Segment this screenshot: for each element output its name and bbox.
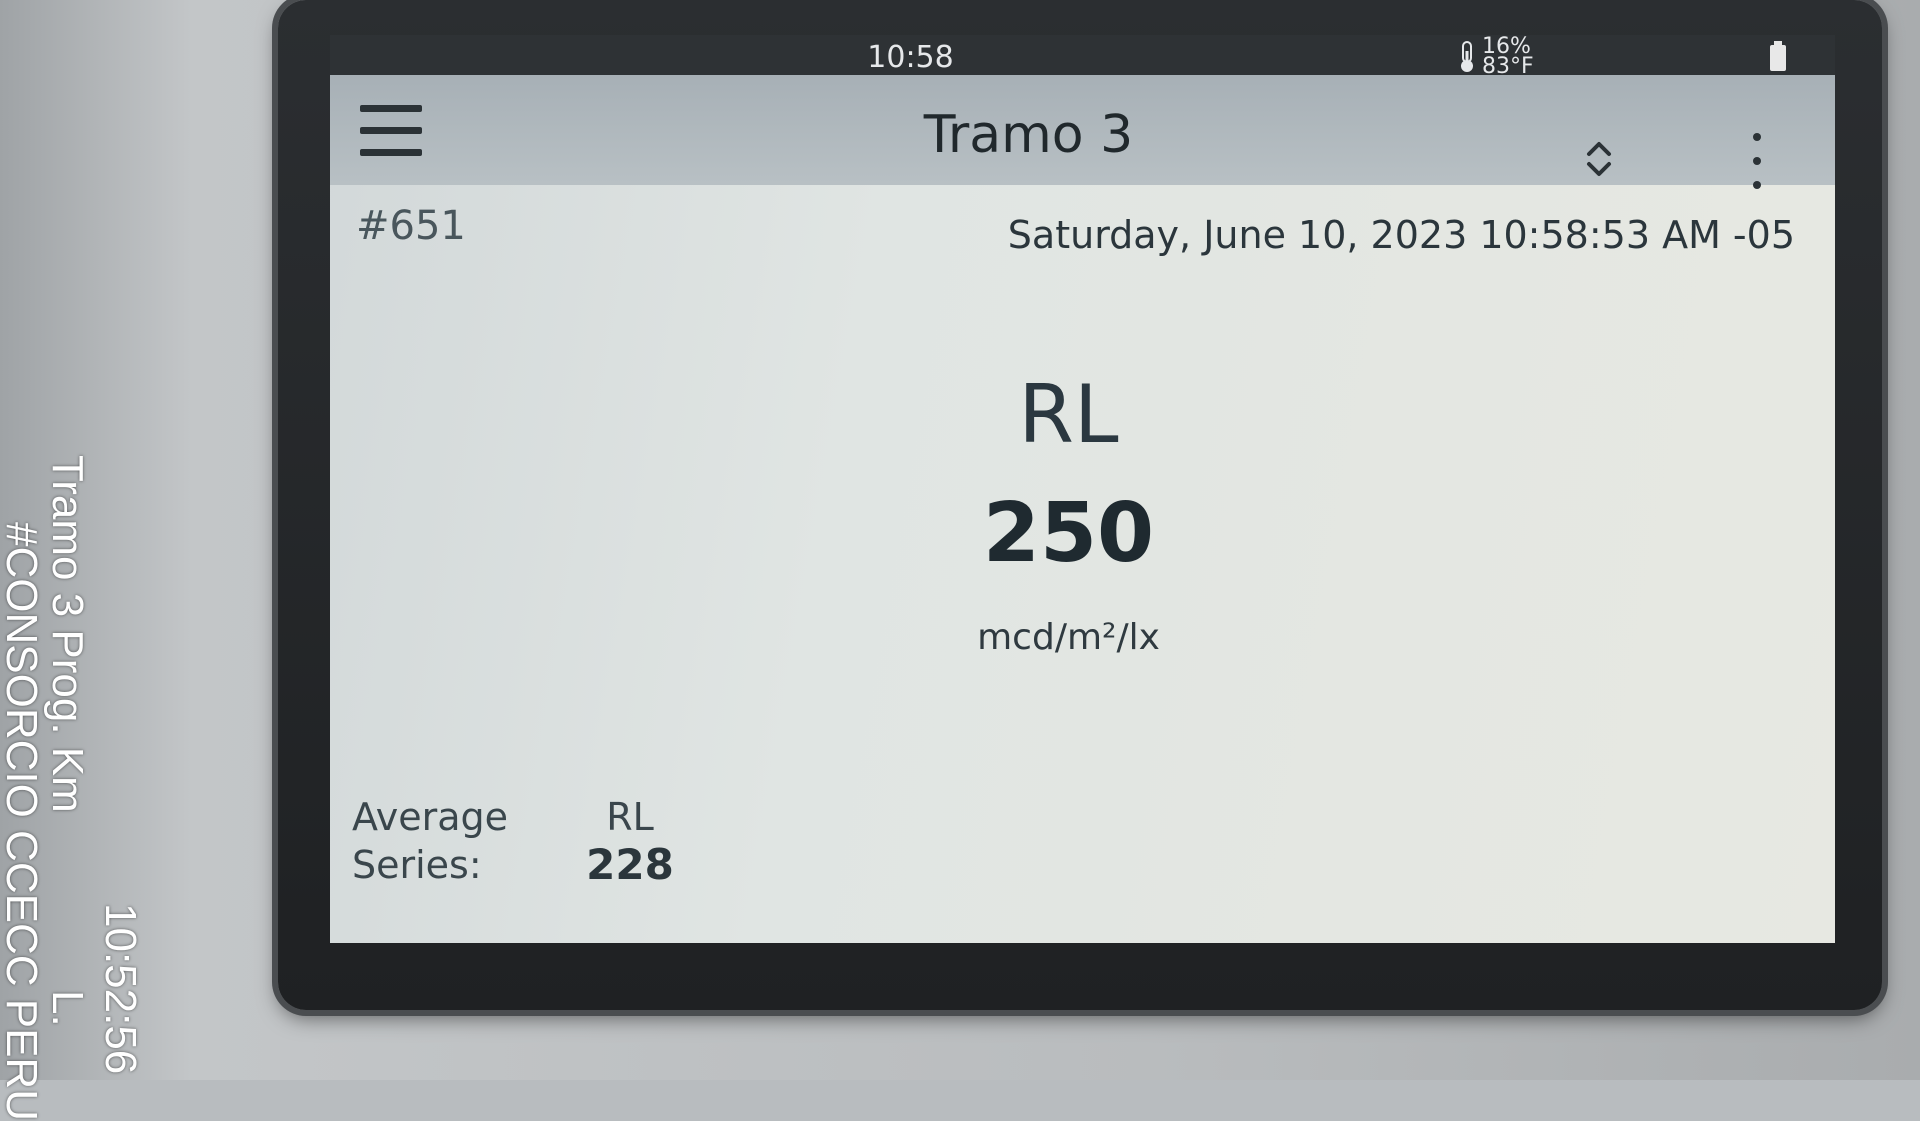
measurement-label: RL xyxy=(1018,368,1119,461)
temperature-value: 83°F xyxy=(1482,54,1534,79)
record-datetime: Saturday, June 10, 2023 10:58:53 AM -05 xyxy=(1007,213,1795,257)
watermark-line1: Tramo 3 Prog. Km xyxy=(43,455,92,813)
average-value: 228 xyxy=(586,840,674,889)
battery-icon xyxy=(1770,41,1786,71)
device-screen: 10:58 16% 83°F Tramo 3 #651 Saturday, Ju… xyxy=(330,35,1835,943)
watermark-time: 10:52:56 xyxy=(96,903,145,1075)
measurement-unit: mcd/m²/lx xyxy=(977,617,1160,658)
page-title: Tramo 3 xyxy=(923,105,1134,165)
watermark-line2: #CONSORCIO CCECC PERU xyxy=(0,522,46,1121)
humidity-temperature: 16% 83°F xyxy=(1482,36,1534,79)
thermometer-icon xyxy=(1461,41,1473,72)
kebab-menu-icon[interactable] xyxy=(1750,133,1764,195)
watermark-line1-suffix: L. xyxy=(43,990,92,1027)
photo-watermark: Tramo 3 Prog. Km L. #CONSORCIO CCECC PER… xyxy=(0,0,150,1121)
sort-updown-icon[interactable] xyxy=(1584,137,1614,181)
app-header: Tramo 3 xyxy=(330,75,1835,189)
status-bar: 10:58 16% 83°F xyxy=(330,35,1835,79)
average-series-label: Average Series: xyxy=(352,793,508,889)
average-label-line2: Series: xyxy=(352,843,482,887)
average-metric-label: RL xyxy=(606,795,654,839)
record-number: #651 xyxy=(356,203,466,249)
measurement-value: 250 xyxy=(982,486,1155,581)
average-label-line1: Average xyxy=(352,795,509,839)
